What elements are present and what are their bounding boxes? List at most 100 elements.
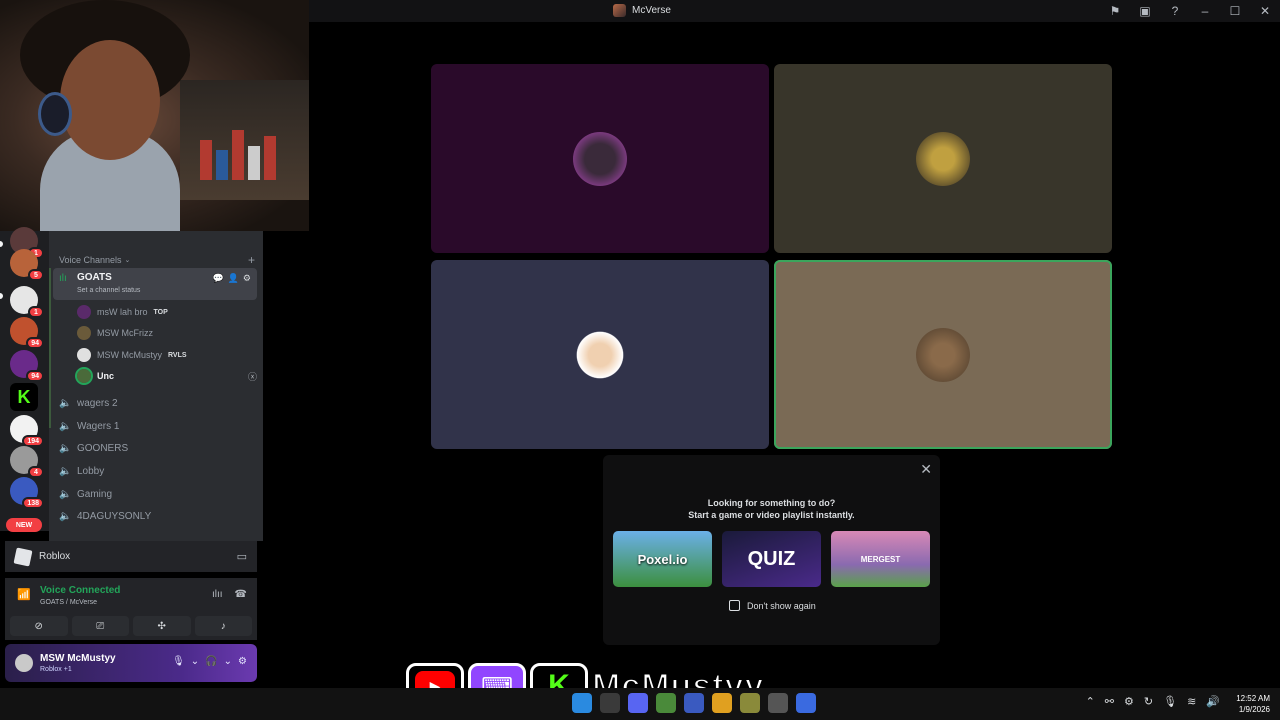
- user-panel: MSW McMustyy Roblox +1 🎙 ⌄ 🎧 ⌄ ⚙: [5, 644, 257, 682]
- activity-title: QUIZ: [747, 547, 796, 570]
- app-icon[interactable]: [684, 693, 704, 713]
- checkbox[interactable]: [729, 600, 740, 611]
- app-icon[interactable]: [656, 693, 676, 713]
- voice-channel[interactable]: 🔈 Gaming: [59, 485, 112, 503]
- server-icon[interactable]: 138: [10, 477, 44, 509]
- voice-connection-panel: 📶 Voice Connected GOATS / McVerse ılıı ☎…: [5, 578, 257, 640]
- chevron-down-icon: ⌄: [124, 257, 131, 264]
- discord-icon[interactable]: [628, 693, 648, 713]
- voice-member[interactable]: Unc ⓧ: [75, 367, 257, 385]
- gear-icon[interactable]: ⚙: [238, 656, 247, 667]
- voice-member[interactable]: msW lah bro TOP: [77, 303, 257, 321]
- checkbox-label: Don't show again: [747, 600, 816, 611]
- soundboard-button[interactable]: ♪: [194, 616, 252, 636]
- app-icon[interactable]: [740, 693, 760, 713]
- speaker-icon: 🔈: [59, 465, 72, 477]
- channel-name: Lobby: [77, 465, 105, 477]
- member-name: MSW McFrizz: [97, 328, 153, 338]
- server-icon[interactable]: 4: [10, 446, 44, 478]
- microphone-icon[interactable]: 🎙: [1163, 695, 1177, 708]
- edge-icon[interactable]: [572, 693, 592, 713]
- voice-channel[interactable]: 🔈 wagers 2: [59, 394, 118, 412]
- avatar: [77, 305, 91, 319]
- chevron-down-icon[interactable]: ⌄: [224, 656, 232, 667]
- chat-icon[interactable]: 💬: [212, 273, 223, 284]
- activity-card-mergest[interactable]: MERGEST: [831, 531, 930, 587]
- close-icon[interactable]: ✕: [920, 461, 932, 478]
- game-activity-card[interactable]: Roblox ▭: [5, 541, 257, 572]
- voice-channel-goats[interactable]: ılı GOATS Set a channel status 💬 👤 ⚙: [53, 268, 257, 300]
- volume-icon[interactable]: 🔊: [1206, 695, 1220, 708]
- webcam-person-face: [60, 40, 160, 160]
- activity-card-quiz[interactable]: QUIZ: [722, 531, 821, 587]
- voice-member[interactable]: MSW McMustyy RVLS: [77, 346, 257, 364]
- user-name[interactable]: MSW McMustyy: [40, 653, 116, 664]
- headphones-icon[interactable]: 🎧: [205, 656, 217, 667]
- maximize-icon[interactable]: ☐: [1220, 0, 1250, 22]
- microphone-icon[interactable]: 🎙: [172, 656, 185, 667]
- channel-status-placeholder[interactable]: Set a channel status: [77, 287, 140, 294]
- participant-tile[interactable]: [431, 64, 769, 253]
- activities-button[interactable]: ✣: [133, 616, 191, 636]
- channel-name: Gaming: [77, 488, 113, 500]
- avatar: [916, 131, 970, 186]
- participant-tile[interactable]: [431, 260, 769, 449]
- signal-icon[interactable]: 📶: [17, 588, 31, 601]
- add-channel-icon[interactable]: +: [248, 253, 255, 267]
- system-clock[interactable]: 12:52 AM 1/9/2026: [1236, 693, 1270, 715]
- share-screen-button[interactable]: ⎚: [71, 616, 129, 636]
- kick-server-icon[interactable]: K: [10, 383, 38, 411]
- chevron-up-icon[interactable]: ⌃: [1086, 695, 1095, 708]
- server-icon[interactable]: 94: [10, 350, 44, 382]
- xbox-icon[interactable]: [600, 693, 620, 713]
- app-icon[interactable]: [768, 693, 788, 713]
- minimize-icon[interactable]: –: [1190, 0, 1220, 22]
- member-name: Unc: [97, 371, 115, 381]
- disconnect-icon[interactable]: ☎: [235, 589, 247, 600]
- server-icon[interactable]: 1: [10, 286, 44, 318]
- title-bar-icons: ⚑ ▣ ? – ☐ ✕: [1100, 0, 1280, 22]
- popup-line-1: Looking for something to do?: [707, 498, 836, 508]
- camera-off-button[interactable]: ⊘: [10, 616, 68, 636]
- screen-share-icon[interactable]: ▭: [237, 550, 247, 563]
- dont-show-again[interactable]: Don't show again: [729, 600, 816, 611]
- speaker-icon: 🔈: [59, 397, 72, 409]
- avatar[interactable]: [15, 654, 33, 672]
- activity-card-poxel[interactable]: Poxel.io: [613, 531, 712, 587]
- taskbar: ⌃ ⚯ ⚙ ↻ 🎙 ≋ 🔊 12:52 AM 1/9/2026: [0, 688, 1280, 720]
- noise-suppression-icon[interactable]: ılıı: [212, 589, 223, 600]
- server-icon[interactable]: 194: [10, 415, 44, 447]
- title-bar: McVerse ⚑ ▣ ? – ☐ ✕: [309, 0, 1280, 22]
- voice-channel[interactable]: 🔈 Wagers 1: [59, 417, 119, 435]
- unread-pill: [0, 293, 3, 299]
- tray-icon[interactable]: ⚯: [1105, 695, 1114, 708]
- sync-icon[interactable]: ↻: [1144, 695, 1153, 708]
- server-icon: [613, 4, 626, 17]
- voice-channel[interactable]: 🔈 Lobby: [59, 462, 104, 480]
- voice-member[interactable]: MSW McFrizz: [77, 324, 257, 342]
- voice-status[interactable]: Voice Connected: [40, 585, 120, 596]
- chrome-icon[interactable]: [712, 693, 732, 713]
- wifi-icon[interactable]: ≋: [1187, 695, 1196, 708]
- gear-icon[interactable]: ⚙: [243, 273, 251, 284]
- server-icon[interactable]: 94: [10, 317, 44, 349]
- voice-channels-category[interactable]: Voice Channels ⌄ +: [59, 253, 255, 267]
- voice-channel[interactable]: 🔈 GOONERS: [59, 439, 128, 457]
- server-icon[interactable]: 5: [10, 249, 44, 281]
- user-status: Roblox +1: [40, 666, 72, 673]
- app-icon[interactable]: [796, 693, 816, 713]
- participant-tile[interactable]: [774, 64, 1112, 253]
- channel-actions: 💬 👤 ⚙: [212, 273, 251, 284]
- speaker-icon: 🔈: [59, 510, 72, 522]
- invite-icon[interactable]: 👤: [228, 273, 239, 284]
- inbox-flag-icon[interactable]: ⚑: [1100, 0, 1130, 22]
- participant-tile-speaking[interactable]: [774, 260, 1112, 449]
- channel-name: GOATS: [77, 272, 112, 283]
- tray-icon[interactable]: ⚙: [1124, 695, 1134, 708]
- chevron-down-icon[interactable]: ⌄: [191, 656, 199, 667]
- voice-location[interactable]: GOATS / McVerse: [40, 599, 97, 606]
- close-icon[interactable]: ✕: [1250, 0, 1280, 22]
- inbox-icon[interactable]: ▣: [1130, 0, 1160, 22]
- help-icon[interactable]: ?: [1160, 0, 1190, 22]
- voice-channel[interactable]: 🔈 4DAGUYSONLY: [59, 507, 151, 525]
